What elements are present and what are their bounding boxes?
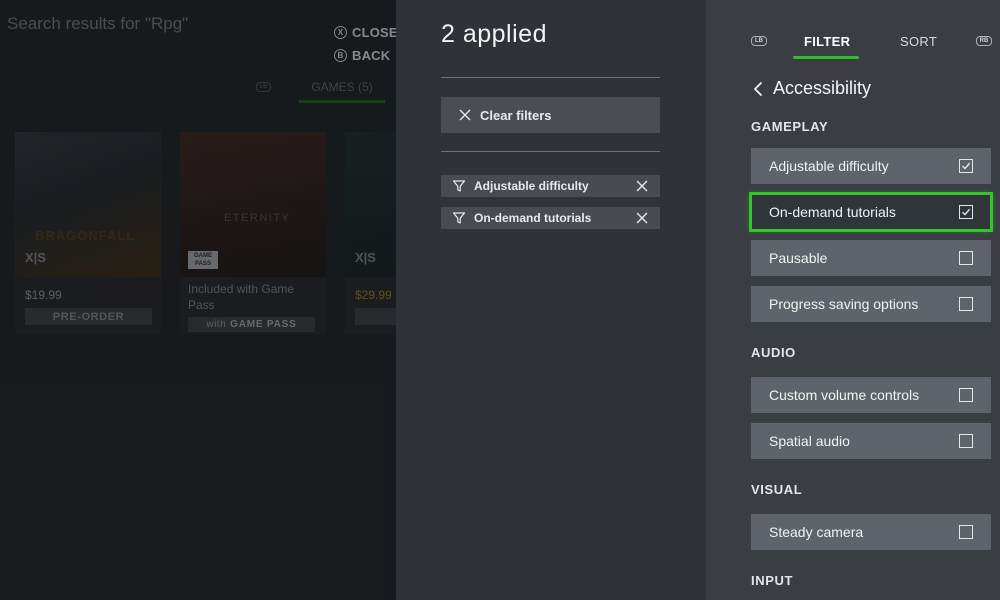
section-heading-input: INPUT bbox=[751, 573, 793, 588]
close-hint-label: CLOSE bbox=[352, 25, 396, 40]
with-game-pass-prefix: with bbox=[206, 319, 227, 330]
search-results-background: Search results for "Rpg" X CLOSE B BACK … bbox=[0, 0, 396, 600]
tab-filter-underline bbox=[793, 56, 859, 59]
game-cover-art: ETERNITY GAME PASS bbox=[180, 132, 326, 277]
applied-filter-chip[interactable]: On-demand tutorials bbox=[441, 207, 660, 229]
applied-filter-label: On-demand tutorials bbox=[474, 211, 592, 225]
game-pass-badge: GAME PASS bbox=[188, 251, 218, 269]
checkbox[interactable] bbox=[959, 434, 973, 448]
platform-badge: X|S bbox=[25, 250, 46, 265]
game-pass-badge-line1: GAME bbox=[194, 253, 212, 259]
checkbox[interactable] bbox=[959, 205, 973, 219]
game-cover-art: X|S bbox=[345, 132, 396, 277]
game-card-info: $19.99 PRE-ORDER bbox=[15, 277, 161, 334]
applied-filter-label: Adjustable difficulty bbox=[474, 179, 589, 193]
close-hint[interactable]: X CLOSE bbox=[334, 25, 396, 40]
checkbox[interactable] bbox=[959, 297, 973, 311]
applied-filters-panel: 2 applied Clear filters Adjustable diffi… bbox=[396, 0, 706, 600]
divider bbox=[441, 77, 660, 78]
game-logo: BRAGONFALL bbox=[35, 228, 136, 243]
filter-option-label: Steady camera bbox=[769, 524, 864, 540]
checkbox[interactable] bbox=[959, 251, 973, 265]
checkbox[interactable] bbox=[959, 525, 973, 539]
with-game-pass-button[interactable]: with GAME PASS bbox=[188, 317, 315, 332]
platform-badge: X|S bbox=[355, 250, 376, 265]
tab-sort[interactable]: SORT bbox=[900, 34, 937, 49]
pre-order-button[interactable]: PR bbox=[355, 308, 396, 325]
category-heading: Accessibility bbox=[773, 78, 872, 98]
game-price: $29.99 bbox=[355, 288, 392, 302]
filter-option-on-demand-tutorials[interactable]: On-demand tutorials bbox=[749, 192, 993, 232]
game-price: $19.99 bbox=[25, 288, 62, 302]
section-heading-audio: AUDIO bbox=[751, 345, 796, 360]
chevron-left-icon bbox=[754, 81, 762, 96]
filter-option-custom-volume[interactable]: Custom volume controls bbox=[751, 377, 991, 413]
game-logo: ETERNITY bbox=[224, 212, 291, 224]
pre-order-button[interactable]: PRE-ORDER bbox=[25, 308, 152, 325]
filter-option-label: Spatial audio bbox=[769, 433, 850, 449]
remove-filter-button[interactable] bbox=[632, 175, 652, 197]
clear-filters-button[interactable]: Clear filters bbox=[441, 97, 660, 133]
clear-filters-label: Clear filters bbox=[480, 107, 552, 123]
game-card-info: Included with Game Pass with GAME PASS bbox=[180, 277, 326, 334]
remove-filter-button[interactable] bbox=[632, 207, 652, 229]
rb-bumper-icon: RB bbox=[976, 36, 992, 46]
filter-option-label: On-demand tutorials bbox=[769, 204, 896, 220]
close-icon bbox=[636, 212, 648, 224]
back-to-categories-button[interactable]: Accessibility bbox=[753, 78, 871, 99]
filter-option-label: Custom volume controls bbox=[769, 387, 920, 403]
game-card[interactable]: BRAGONFALL X|S $19.99 PRE-ORDER bbox=[15, 132, 161, 334]
section-heading-visual: VISUAL bbox=[751, 482, 803, 497]
tab-games-label: GAMES (5) bbox=[311, 80, 373, 94]
with-game-pass-brand: GAME PASS bbox=[230, 319, 297, 330]
back-hint-label: BACK bbox=[352, 48, 391, 63]
close-icon bbox=[459, 109, 471, 121]
checkbox[interactable] bbox=[959, 159, 973, 173]
checkbox[interactable] bbox=[959, 388, 973, 402]
filter-option-adjustable-difficulty[interactable]: Adjustable difficulty bbox=[751, 148, 991, 184]
filter-option-label: Pausable bbox=[769, 250, 828, 266]
filter-option-progress-saving[interactable]: Progress saving options bbox=[751, 286, 991, 322]
tab-games-underline bbox=[299, 100, 385, 103]
tab-games[interactable]: GAMES (5) bbox=[299, 80, 385, 103]
game-pass-badge-line2: PASS bbox=[195, 261, 211, 267]
checkmark-icon bbox=[962, 162, 971, 170]
back-hint[interactable]: B BACK bbox=[334, 48, 390, 63]
applied-count: 2 applied bbox=[441, 20, 547, 48]
filter-option-spatial-audio[interactable]: Spatial audio bbox=[751, 423, 991, 459]
tab-filter[interactable]: FILTER bbox=[804, 34, 850, 49]
lb-bumper-icon: LB bbox=[256, 82, 271, 92]
divider bbox=[441, 151, 660, 152]
b-button-icon: B bbox=[334, 49, 347, 62]
game-pass-note: Included with Game Pass bbox=[188, 282, 295, 312]
filter-panel: LB FILTER SORT RB Accessibility GAMEPLAY… bbox=[706, 0, 1000, 600]
filter-option-label: Progress saving options bbox=[769, 296, 919, 312]
checkmark-icon bbox=[962, 208, 971, 216]
applied-filter-chip[interactable]: Adjustable difficulty bbox=[441, 175, 660, 197]
filter-funnel-icon bbox=[452, 180, 466, 192]
search-results-title: Search results for "Rpg" bbox=[7, 14, 189, 33]
game-card[interactable]: X|S $29.99 PR bbox=[345, 132, 396, 334]
lb-bumper-icon: LB bbox=[751, 36, 767, 46]
game-card[interactable]: ETERNITY GAME PASS Included with Game Pa… bbox=[180, 132, 326, 334]
section-heading-gameplay: GAMEPLAY bbox=[751, 119, 829, 134]
game-card-info: $29.99 PR bbox=[345, 277, 396, 334]
filter-option-pausable[interactable]: Pausable bbox=[751, 240, 991, 276]
close-icon bbox=[636, 180, 648, 192]
game-cover-art: BRAGONFALL X|S bbox=[15, 132, 161, 277]
filter-option-steady-camera[interactable]: Steady camera bbox=[751, 514, 991, 550]
filter-funnel-icon bbox=[452, 212, 466, 224]
x-button-icon: X bbox=[334, 26, 347, 39]
filter-option-label: Adjustable difficulty bbox=[769, 158, 889, 174]
